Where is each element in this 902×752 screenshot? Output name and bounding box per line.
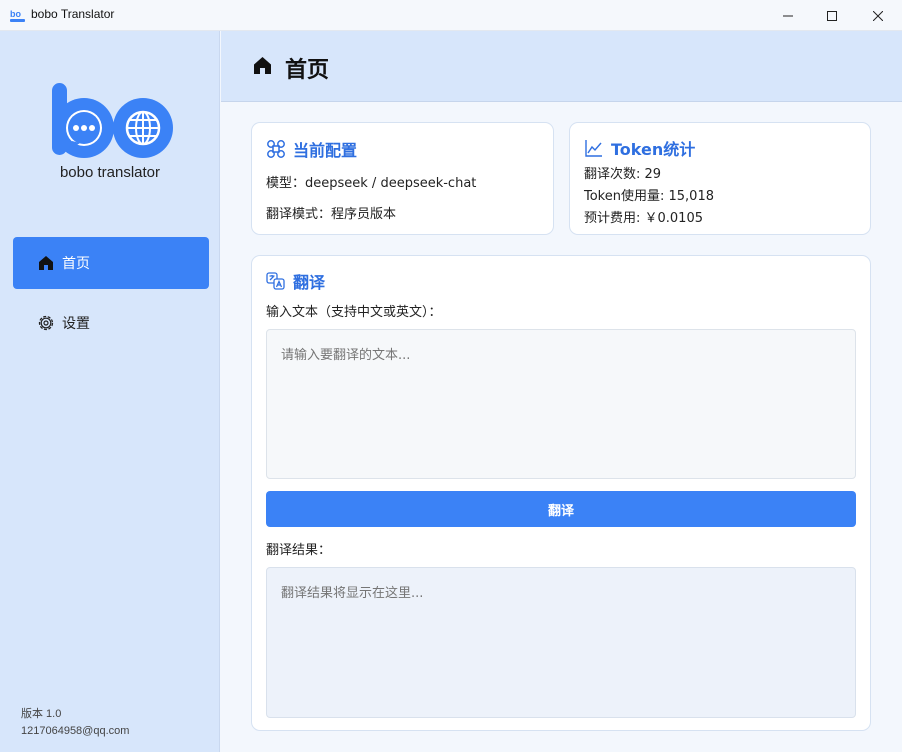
translate-card: 翻译 输入文本（支持中文或英文）： 翻译 翻译结果： <box>251 255 871 731</box>
token-card-header: Token统计 <box>584 136 695 160</box>
input-label: 输入文本（支持中文或英文）： <box>266 305 442 320</box>
sidebar-item-settings[interactable]: 设置 <box>13 297 209 349</box>
config-card-header: 当前配置 <box>266 137 357 161</box>
source-text-input[interactable] <box>266 329 856 479</box>
current-config-card: 当前配置 模型：deepseek / deepseek-chat 翻译模式：程序… <box>251 122 554 235</box>
chart-line-icon <box>584 138 604 158</box>
translate-card-title: 翻译 <box>293 273 326 292</box>
window-title: bobo Translator <box>31 7 115 21</box>
config-card-title: 当前配置 <box>293 141 358 160</box>
close-button[interactable] <box>855 0 901 31</box>
version-label: 版本 1.0 <box>21 708 62 720</box>
translate-card-header: 翻译 <box>266 269 325 293</box>
minimize-icon <box>783 15 793 16</box>
sidebar-item-home[interactable]: 首页 <box>13 237 209 289</box>
page-header: 首页 <box>221 31 902 102</box>
estimated-cost: 预计费用: ￥0.0105 <box>584 211 703 226</box>
token-card-title: Token统计 <box>611 140 696 159</box>
token-stats-card: Token统计 翻译次数: 29 Token使用量: 15,018 预计费用: … <box>569 122 871 235</box>
translate-button[interactable]: 翻译 <box>266 491 856 527</box>
config-mode: 翻译模式：程序员版本 <box>266 207 397 222</box>
home-icon <box>37 254 55 272</box>
translation-count: 翻译次数: 29 <box>584 167 662 182</box>
version-info: 版本 1.0 1217064958@qq.com <box>21 706 129 740</box>
page-title: 首页 <box>285 58 330 83</box>
translation-result-output[interactable] <box>266 567 856 718</box>
sidebar: bobo translator 首页 设置 版本 1.0 1217064958@… <box>0 31 220 752</box>
config-model: 模型：deepseek / deepseek-chat <box>266 176 477 191</box>
close-icon <box>873 10 883 21</box>
logo-text: bobo translator <box>59 164 161 181</box>
gear-icon <box>37 314 55 332</box>
maximize-icon <box>827 10 837 21</box>
contact-email: 1217064958@qq.com <box>21 725 130 737</box>
sidebar-item-label: 首页 <box>62 256 90 272</box>
command-icon <box>266 139 286 159</box>
maximize-button[interactable] <box>809 0 855 31</box>
translate-icon <box>266 271 286 291</box>
minimize-button[interactable] <box>765 0 811 31</box>
app-icon: bo <box>10 9 25 22</box>
svg-text:bo: bo <box>10 9 21 19</box>
title-bar: bo bobo Translator <box>0 0 902 31</box>
sidebar-item-label: 设置 <box>62 316 90 332</box>
token-usage: Token使用量: 15,018 <box>584 189 714 204</box>
home-icon <box>254 57 271 74</box>
result-label: 翻译结果： <box>266 543 332 558</box>
